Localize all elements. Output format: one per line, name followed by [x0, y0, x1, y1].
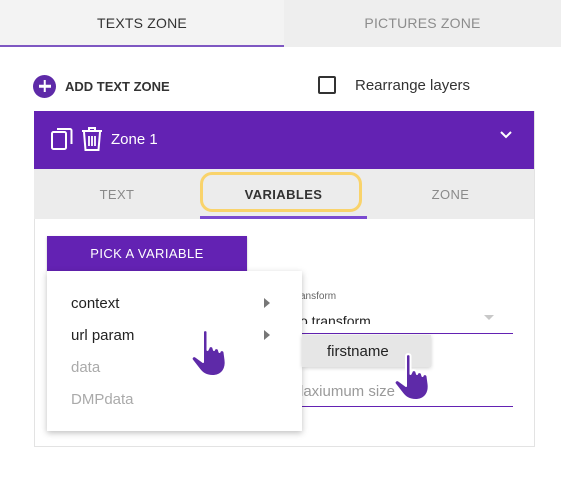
active-tab-indicator [0, 45, 284, 47]
pick-variable-button[interactable]: PICK A VARIABLE [47, 236, 247, 271]
variables-tab-indicator [200, 216, 367, 219]
dropdown-caret-icon [484, 315, 494, 320]
add-text-zone-label: ADD TEXT ZONE [65, 78, 170, 94]
tab-highlight-ring [200, 172, 362, 212]
rearrange-layers-option[interactable]: Rearrange layers [318, 76, 470, 94]
rearrange-layers-label: Rearrange layers [355, 76, 471, 94]
menu-item-dmpdata: DMPdata [71, 391, 134, 408]
hand-pointer-icon [393, 353, 430, 402]
submenu-arrow-icon [264, 298, 270, 308]
zone-title: Zone 1 [111, 131, 158, 148]
chevron-down-icon[interactable] [498, 127, 514, 143]
transform-select[interactable]: o transform [300, 311, 408, 324]
tab-texts-zone[interactable]: TEXTS ZONE [0, 0, 284, 47]
menu-item-url-param[interactable]: url param [71, 327, 134, 344]
transform-underline [300, 333, 513, 334]
zone-header[interactable] [34, 111, 534, 169]
max-size-input[interactable]: laxiumum size [300, 383, 395, 400]
trash-icon[interactable] [80, 126, 104, 152]
submenu-item-firstname[interactable]: firstname [327, 343, 389, 360]
tab-text[interactable]: TEXT [34, 169, 200, 219]
tab-pictures-zone[interactable]: PICTURES ZONE [284, 0, 561, 47]
menu-item-data: data [71, 359, 101, 376]
add-text-zone-button[interactable]: ADD TEXT ZONE [33, 74, 170, 98]
add-circle-icon [33, 74, 56, 98]
submenu-arrow-icon [264, 330, 270, 340]
copy-icon[interactable] [50, 127, 74, 151]
tab-zone[interactable]: ZONE [367, 169, 534, 219]
max-size-underline [300, 406, 513, 407]
rearrange-layers-checkbox[interactable] [318, 76, 336, 94]
transform-label: ansform [300, 291, 337, 302]
menu-item-context[interactable]: context [71, 295, 119, 312]
hand-pointer-icon [190, 329, 227, 378]
